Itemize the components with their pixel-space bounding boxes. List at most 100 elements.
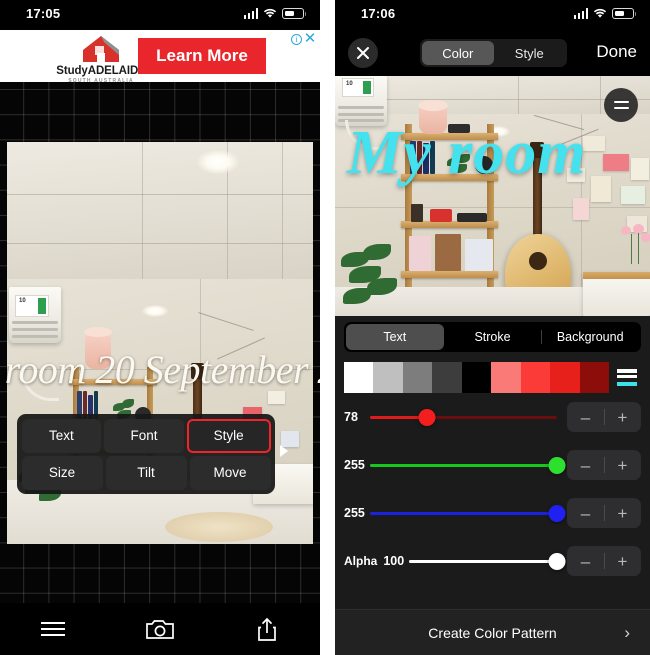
flowers	[619, 224, 650, 274]
close-x-icon[interactable]	[348, 38, 378, 68]
right-top-nav: Color Style Done	[335, 30, 650, 76]
green-value: 255	[344, 458, 365, 472]
ceiling	[7, 142, 313, 279]
green-stepper[interactable]: – +	[567, 450, 641, 480]
battery-icon	[612, 8, 637, 19]
wifi-icon	[263, 8, 277, 19]
text-stroke-background-tabs[interactable]: Text Stroke Background	[344, 322, 641, 352]
screenshot-stage: 17:05 StudyADELAIDE SOUTH AUSTRALIA Lear…	[0, 0, 650, 655]
alpha-slider-knob[interactable]	[548, 553, 566, 570]
color-palette-list-icon[interactable]	[613, 362, 641, 393]
alpha-label: Alpha	[344, 554, 378, 568]
ctx-size-button[interactable]: Size	[21, 455, 103, 490]
segment-style[interactable]: Style	[494, 41, 566, 65]
ad-info-icon[interactable]: i	[291, 34, 302, 45]
create-color-pattern-row[interactable]: Create Color Pattern ›	[335, 609, 650, 655]
tab-background[interactable]: Background	[541, 324, 639, 350]
slider-row-blue[interactable]: 255 – +	[344, 489, 641, 537]
minus-icon[interactable]: –	[567, 553, 604, 570]
minus-icon[interactable]: –	[567, 505, 604, 522]
color-editor-panel: Text Stroke Background 78 – + 255 – + 25…	[335, 316, 650, 655]
plus-icon[interactable]: +	[604, 505, 641, 522]
ctx-move-button[interactable]: Move	[189, 455, 271, 490]
share-icon[interactable]	[213, 617, 320, 642]
red-stepper[interactable]: – +	[567, 402, 641, 432]
vase	[85, 334, 111, 369]
rug	[165, 512, 273, 542]
swatch-light-gray[interactable]	[373, 362, 403, 393]
hamburger-menu-icon[interactable]	[0, 622, 107, 636]
blue-slider-knob[interactable]	[548, 505, 566, 522]
swatch-black[interactable]	[461, 362, 492, 393]
swatch-dark-red[interactable]	[579, 362, 609, 393]
status-time: 17:05	[26, 6, 61, 21]
guitar-neck	[533, 154, 542, 242]
photo-preview-right[interactable]: 10 My room	[335, 76, 650, 316]
segment-color[interactable]: Color	[422, 41, 494, 65]
learn-more-button[interactable]: Learn More	[138, 38, 266, 74]
right-preview-area[interactable]: 10 My room	[335, 76, 650, 346]
left-status-bar: 17:05	[0, 0, 320, 30]
plus-icon[interactable]: +	[604, 553, 641, 570]
camera-icon[interactable]	[107, 618, 214, 641]
slider-row-alpha[interactable]: Alpha 100 – +	[344, 537, 641, 585]
minus-icon[interactable]: –	[567, 409, 604, 426]
ctx-style-button[interactable]: Style	[186, 418, 271, 453]
house-logo-icon	[78, 34, 124, 64]
desk	[583, 272, 650, 316]
left-bottom-toolbar	[0, 603, 320, 655]
swatch-salmon[interactable]	[491, 362, 521, 393]
status-icon-group	[243, 8, 307, 19]
swatch-dark-gray[interactable]	[432, 362, 462, 393]
swatch-gray[interactable]	[402, 362, 433, 393]
red-value: 78	[344, 410, 358, 424]
tab-stroke[interactable]: Stroke	[444, 324, 542, 350]
cellular-bars-icon	[573, 8, 588, 19]
right-phone-screen: 17:06 Color Style Done 10 My room Text S…	[335, 0, 650, 655]
shelf	[401, 271, 498, 278]
triangle-right-icon[interactable]	[280, 445, 288, 457]
chevron-right-icon[interactable]: ›	[624, 623, 630, 643]
ctx-tilt-button[interactable]: Tilt	[105, 455, 187, 490]
battery-icon	[282, 8, 307, 19]
context-menu-row: Text Font Style	[20, 417, 272, 454]
shelf	[69, 379, 157, 386]
swatch-white[interactable]	[344, 362, 374, 393]
alpha-value: 100	[383, 554, 405, 568]
color-style-segmented-control[interactable]: Color Style	[420, 39, 567, 67]
ctx-font-button[interactable]: Font	[104, 418, 184, 453]
color-swatches[interactable]	[344, 362, 609, 393]
alpha-slider[interactable]	[409, 551, 566, 571]
done-button[interactable]: Done	[596, 42, 637, 62]
ad-close-icon[interactable]: ✕	[303, 31, 317, 46]
hamburger-circle-icon[interactable]	[604, 88, 638, 122]
swatch-red-light[interactable]	[520, 362, 551, 393]
color-swatch-row[interactable]	[344, 362, 641, 393]
alpha-stepper[interactable]: – +	[567, 546, 641, 576]
left-phone-screen: 17:05 StudyADELAIDE SOUTH AUSTRALIA Lear…	[0, 0, 320, 655]
plus-icon[interactable]: +	[604, 409, 641, 426]
ad-banner[interactable]: StudyADELAIDE SOUTH AUSTRALIA Learn More…	[0, 30, 320, 84]
context-menu[interactable]: Text Font Style Size Tilt Move	[17, 414, 288, 494]
green-slider[interactable]	[370, 455, 566, 475]
tab-text[interactable]: Text	[346, 324, 444, 350]
context-menu-row: Size Tilt Move	[20, 454, 272, 491]
blue-stepper[interactable]: – +	[567, 498, 641, 528]
left-editor-canvas[interactable]: 10 room 20 September Text Font Style Siz…	[0, 82, 320, 623]
wall-card: 10	[15, 294, 49, 317]
red-slider-knob[interactable]	[418, 409, 436, 426]
create-color-pattern-label: Create Color Pattern	[428, 624, 557, 641]
slider-row-red[interactable]: 78 – +	[344, 393, 641, 441]
ctx-text-button[interactable]: Text	[21, 418, 102, 453]
shelf	[401, 133, 498, 140]
red-slider[interactable]	[370, 407, 557, 427]
minus-icon[interactable]: –	[567, 457, 604, 474]
plus-icon[interactable]: +	[604, 457, 641, 474]
green-slider-knob[interactable]	[548, 457, 566, 474]
slider-row-green[interactable]: 255 – +	[344, 441, 641, 489]
status-icon-group	[573, 8, 637, 19]
status-time: 17:06	[361, 6, 396, 21]
blue-slider[interactable]	[370, 503, 566, 523]
swatch-red[interactable]	[550, 362, 580, 393]
right-status-bar: 17:06	[335, 0, 650, 30]
